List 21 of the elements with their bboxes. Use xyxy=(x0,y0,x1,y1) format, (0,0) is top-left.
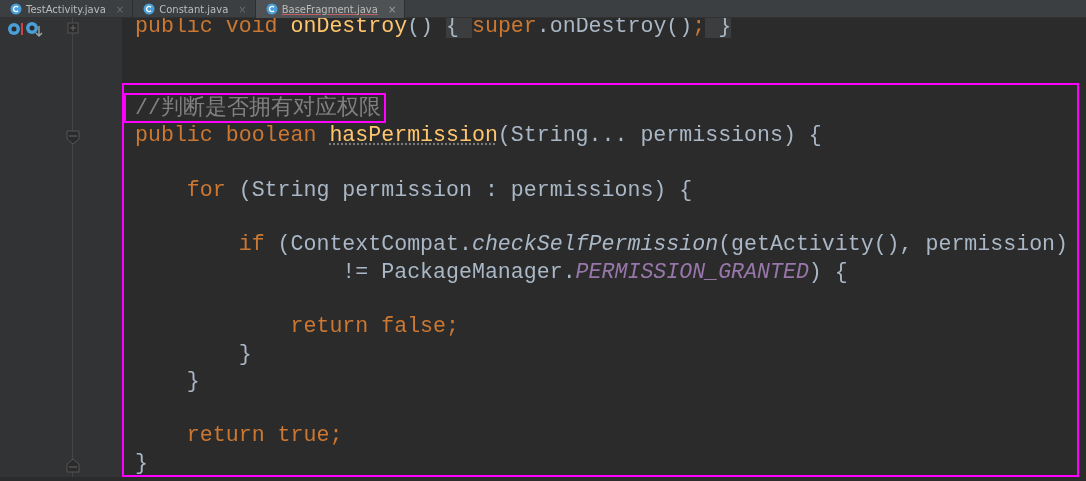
editor-tab[interactable]: Constant.java × xyxy=(133,0,256,18)
comment-line: //判断是否拥有对应权限 xyxy=(127,95,383,120)
class-icon xyxy=(10,3,22,15)
code-line: if (ContextCompat.checkSelfPermission(getActivity(), permission) xyxy=(237,232,1069,257)
fold-marker-icon[interactable] xyxy=(66,129,80,146)
code-line: public boolean hasPermission(String... permissions) { xyxy=(135,123,822,148)
code-line: } xyxy=(185,368,200,393)
code-line: != PackageManager.PERMISSION_GRANTED) { xyxy=(341,259,848,284)
code-line: } xyxy=(135,450,148,475)
class-icon xyxy=(143,3,156,15)
code-line: return false; xyxy=(289,314,459,339)
close-icon[interactable]: × xyxy=(387,1,397,17)
override-icon[interactable] xyxy=(8,23,23,35)
fold-marker-icon[interactable] xyxy=(66,456,80,473)
editor-tab[interactable]: BaseFragment.java × xyxy=(255,0,406,18)
code-line: for (String permission : permissions) { xyxy=(185,177,693,202)
code-line: } xyxy=(237,341,252,366)
code-line: return true; xyxy=(185,423,343,448)
implemented-icon[interactable] xyxy=(26,22,43,37)
class-icon xyxy=(265,3,278,15)
expand-icon[interactable] xyxy=(66,20,80,36)
